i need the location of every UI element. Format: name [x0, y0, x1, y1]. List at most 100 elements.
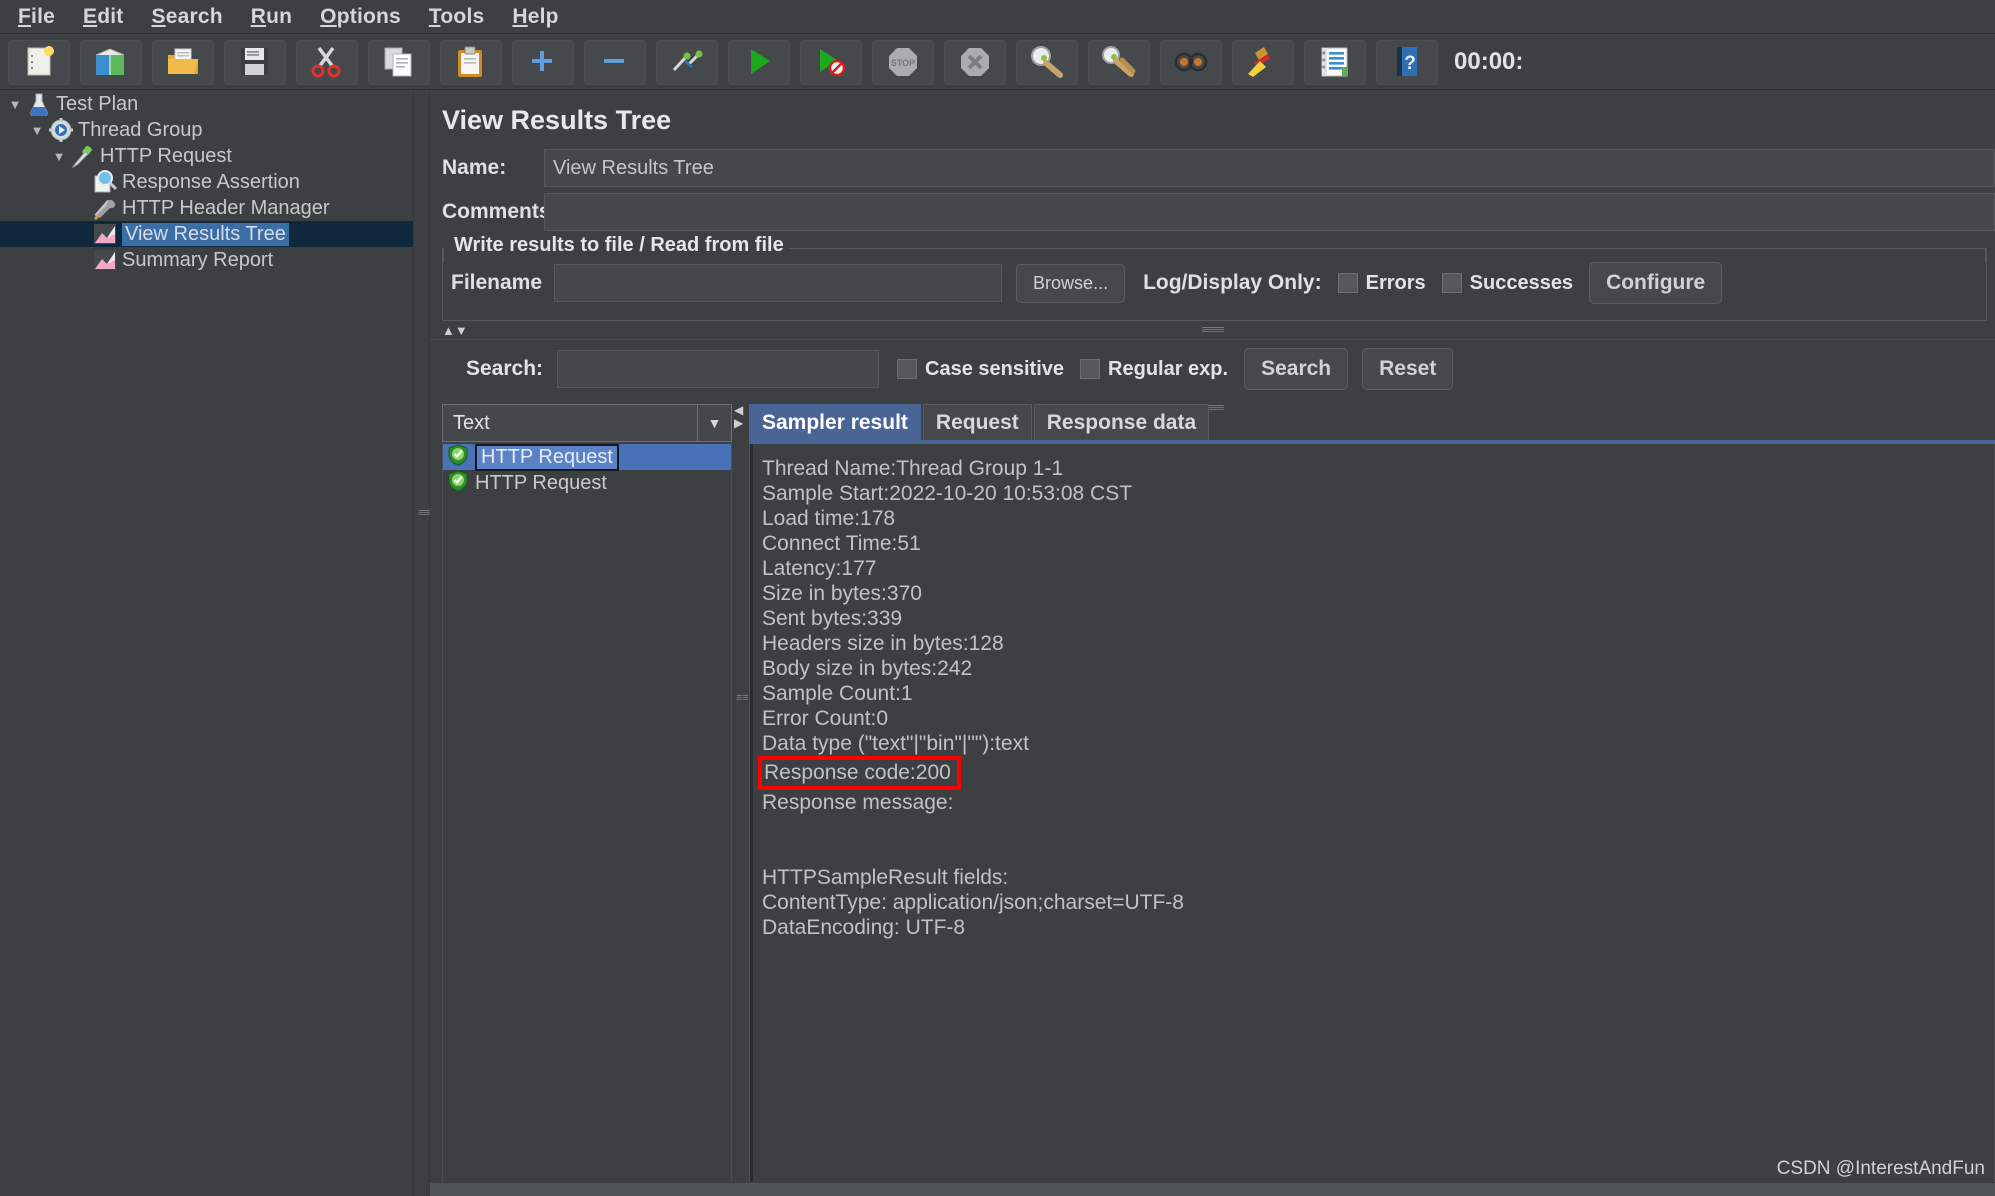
result-entry[interactable]: HTTP Request	[443, 443, 731, 471]
paste-icon-button[interactable]	[440, 39, 502, 85]
result-line: HTTPSampleResult fields:	[762, 866, 1009, 889]
header-manager-icon	[92, 196, 118, 220]
collapse-all-icon-button[interactable]	[584, 39, 646, 85]
search-icon	[1174, 52, 1208, 72]
regular-exp-label: Regular exp.	[1108, 357, 1229, 380]
reset-search-icon-button[interactable]	[1232, 39, 1294, 85]
test-plan-tree[interactable]: ▼ Test Plan ▼ Thread Group ▼ HTTP Request ▼ Res…	[0, 91, 413, 1196]
comments-input[interactable]	[544, 193, 1995, 231]
menu-search[interactable]: Search	[137, 2, 236, 32]
regular-exp-checkbox[interactable]	[1080, 359, 1101, 379]
result-line: Size in bytes:370	[762, 582, 922, 605]
result-tabs[interactable]: Sampler result Request Response data	[749, 404, 1995, 440]
tree-item-summary-report[interactable]: ▼ Summary Report	[0, 247, 413, 273]
name-input[interactable]: View Results Tree	[544, 149, 1995, 187]
result-line-wrap: Response code:200	[758, 756, 1994, 790]
help-icon-button[interactable]: ?	[1376, 39, 1438, 85]
case-sensitive-checkbox[interactable]	[897, 359, 918, 379]
start-icon	[751, 49, 770, 74]
start-icon-button[interactable]	[728, 39, 790, 85]
chevron-down-icon[interactable]: ▼	[26, 123, 48, 138]
chevron-down-icon[interactable]: ▼	[48, 149, 70, 164]
filename-input[interactable]	[554, 264, 1003, 302]
jmeter-window: File Edit Search Run Options Tools Help STOP? 0…	[0, 0, 1995, 1196]
result-line-wrap: Data type ("text"|"bin"|""):text	[760, 731, 1994, 756]
start-no-pause-icon	[820, 49, 846, 77]
toggle-icon-button[interactable]	[656, 39, 718, 85]
upper-split-handle[interactable]: ▲ ▼ ≡≡≡≡	[430, 321, 1995, 339]
menu-options[interactable]: Options	[306, 2, 415, 32]
chevron-down-icon[interactable]: ▼	[4, 97, 26, 112]
renderer-combobox[interactable]: Text ▼	[442, 404, 732, 442]
templates-icon-button[interactable]	[80, 39, 142, 85]
save-icon	[241, 48, 268, 75]
start-no-pause-icon-button[interactable]	[800, 39, 862, 85]
save-icon-button[interactable]	[224, 39, 286, 85]
split-collapse-up-icon[interactable]: ▲	[442, 323, 455, 338]
tree-item-http-request[interactable]: ▼ HTTP Request	[0, 143, 413, 169]
result-entry-label: HTTP Request	[475, 471, 607, 494]
page-title: View Results Tree	[442, 105, 672, 135]
successes-checkbox[interactable]	[1441, 273, 1462, 293]
stop-icon-button[interactable]: STOP	[872, 39, 934, 85]
search-input[interactable]	[557, 350, 880, 388]
tab-sampler-result[interactable]: Sampler result	[749, 404, 921, 440]
menu-file[interactable]: File	[4, 2, 69, 32]
expand-all-icon-button[interactable]	[512, 39, 574, 85]
renderer-selected-value: Text	[453, 411, 490, 434]
horizontal-scrollbar[interactable]	[430, 1182, 1995, 1196]
tab-response-data[interactable]: Response data	[1033, 404, 1210, 440]
configure-button[interactable]: Configure	[1589, 262, 1723, 304]
result-line: Sample Start:2022-10-20 10:53:08 CST	[762, 482, 1133, 505]
result-line-wrap: DataEncoding: UTF-8	[760, 915, 1994, 940]
menu-run[interactable]: Run	[237, 2, 306, 32]
browse-button[interactable]: Browse...	[1016, 263, 1126, 303]
paste-icon	[458, 46, 482, 77]
tab-request[interactable]: Request	[922, 404, 1032, 440]
chevron-down-icon[interactable]: ▼	[697, 405, 731, 441]
clear-all-icon-button[interactable]	[1088, 39, 1150, 85]
expand-all-icon	[532, 51, 552, 71]
tree-item-view-results-tree[interactable]: ▼ View Results Tree	[0, 221, 413, 247]
copy-icon-button[interactable]	[368, 39, 430, 85]
shutdown-icon	[961, 48, 989, 76]
result-line-wrap: Latency:177	[760, 556, 1994, 581]
tree-splitter[interactable]: ≡≡≡≡≡≡	[413, 91, 452, 1196]
results-splitter[interactable]: ◀▶ ≡≡≡≡≡	[732, 404, 768, 1196]
function-helper-icon-button[interactable]	[1304, 39, 1366, 85]
sampler-result-text[interactable]: Thread Name:Thread Group 1-1 Sample Start…	[749, 444, 1995, 1196]
http-request-icon	[70, 144, 96, 168]
result-line: Connect Time:51	[762, 532, 921, 555]
result-line-wrap: Body size in bytes:242	[760, 656, 1994, 681]
menu-help[interactable]: Help	[498, 2, 572, 32]
search-icon-button[interactable]	[1160, 39, 1222, 85]
summary-report-icon	[92, 248, 118, 272]
result-line-wrap: Response message:	[760, 790, 1994, 815]
cut-icon-button[interactable]	[296, 39, 358, 85]
test-plan-icon	[26, 92, 52, 116]
errors-checkbox[interactable]	[1337, 273, 1358, 293]
tree-item-thread-group[interactable]: ▼ Thread Group	[0, 117, 413, 143]
new-icon-button[interactable]	[8, 39, 70, 85]
open-icon-button[interactable]	[152, 39, 214, 85]
toolbar: STOP? 00:00:	[0, 35, 1995, 90]
open-icon	[168, 48, 198, 74]
tree-item-test-plan[interactable]: ▼ Test Plan	[0, 91, 413, 117]
result-entry[interactable]: HTTP Request	[443, 469, 731, 496]
result-entries-list[interactable]: HTTP Request HTTP Request	[442, 442, 732, 1196]
results-split-arrows-icon[interactable]: ◀ ▶	[734, 404, 743, 430]
new-icon	[27, 46, 54, 76]
menu-edit[interactable]: Edit	[69, 2, 137, 32]
result-line-wrap: Size in bytes:370	[760, 581, 1994, 606]
search-button[interactable]: Search	[1244, 348, 1349, 390]
tree-item-response-assertion[interactable]: ▼ Response Assertion	[0, 169, 413, 195]
result-line-wrap: HTTPSampleResult fields:	[760, 865, 1994, 890]
menu-tools[interactable]: Tools	[415, 2, 498, 32]
reset-button[interactable]: Reset	[1362, 348, 1454, 390]
tree-item-http-header-manager[interactable]: ▼ HTTP Header Manager	[0, 195, 413, 221]
view-results-tree-panel: View Results Tree Name: View Results Tre…	[430, 91, 1995, 1196]
group-border-top	[773, 248, 1986, 249]
clear-icon-button[interactable]	[1016, 39, 1078, 85]
shutdown-icon-button[interactable]	[944, 39, 1006, 85]
split-collapse-down-icon[interactable]: ▼	[455, 323, 468, 338]
